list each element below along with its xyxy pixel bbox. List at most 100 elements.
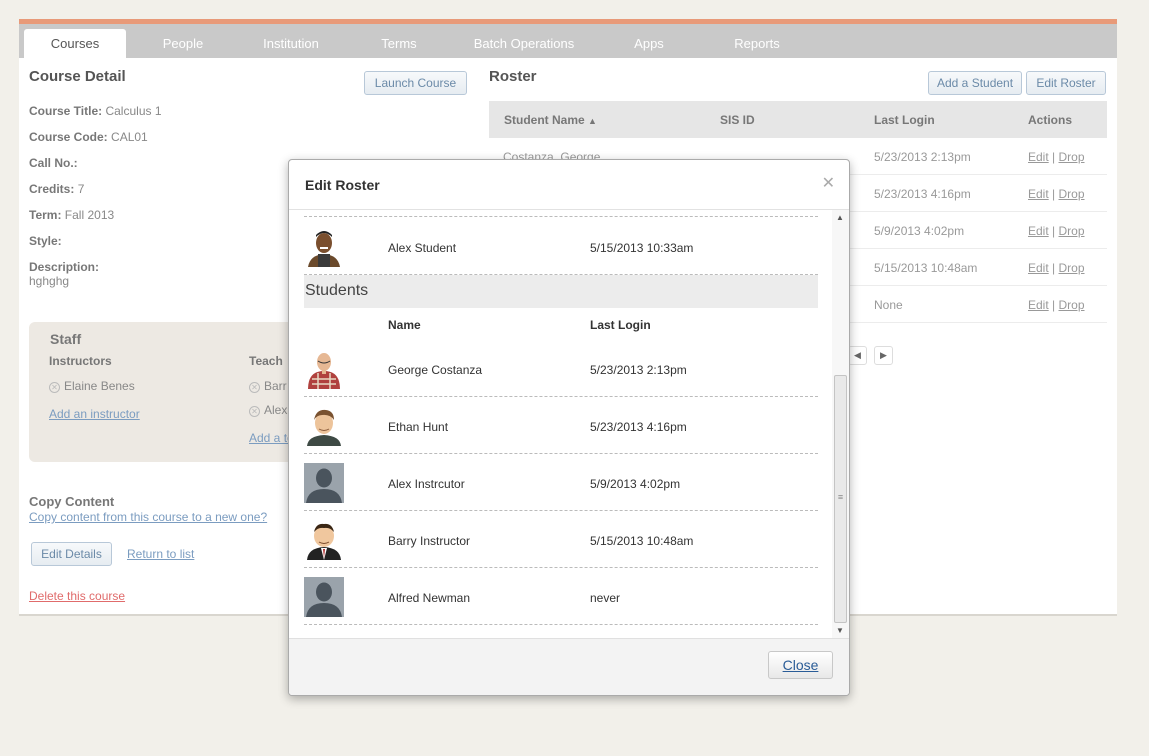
sort-ascending-icon: ▲ bbox=[588, 116, 597, 126]
roster-title: Roster bbox=[489, 68, 537, 85]
drop-link[interactable]: Drop bbox=[1059, 187, 1085, 201]
dialog-scrollbar[interactable]: ▲ ≡ ▼ bbox=[832, 210, 849, 640]
tab-institution[interactable]: Institution bbox=[241, 29, 341, 58]
tab-terms[interactable]: Terms bbox=[349, 29, 449, 58]
dialog-body: Alex Student 5/15/2013 10:33am Students … bbox=[289, 210, 849, 640]
style-field: Style: bbox=[29, 234, 62, 248]
next-page-button[interactable]: ▶ bbox=[874, 346, 893, 365]
add-student-button[interactable]: Add a Student bbox=[928, 71, 1022, 95]
dialog-title: Edit Roster bbox=[305, 177, 380, 193]
course-detail-title: Course Detail bbox=[29, 68, 126, 85]
edit-details-button[interactable]: Edit Details bbox=[31, 542, 112, 566]
list-item: Barry Instructor 5/15/2013 10:48am bbox=[304, 511, 818, 568]
actions-header: Actions bbox=[1028, 113, 1073, 127]
student-name: George Costanza bbox=[388, 363, 483, 377]
instructors-label: Instructors bbox=[49, 354, 112, 368]
drop-link[interactable]: Drop bbox=[1059, 224, 1085, 238]
sis-id-header: SIS ID bbox=[720, 113, 755, 127]
edit-roster-button[interactable]: Edit Roster bbox=[1026, 71, 1106, 95]
tab-batch-operations[interactable]: Batch Operations bbox=[464, 29, 584, 58]
row-actions: Edit | Drop bbox=[1028, 298, 1085, 312]
list-item: George Costanza 5/23/2013 2:13pm bbox=[304, 340, 818, 397]
edit-link[interactable]: Edit bbox=[1028, 150, 1049, 164]
last-login-cell: None bbox=[874, 298, 903, 312]
tab-people[interactable]: People bbox=[133, 29, 233, 58]
add-instructor-link[interactable]: Add an instructor bbox=[49, 407, 140, 421]
student-name: Ethan Hunt bbox=[388, 420, 449, 434]
roster-table-header: Student Name ▲ SIS ID Last Login Actions bbox=[489, 101, 1107, 138]
tab-courses[interactable]: Courses bbox=[24, 29, 126, 58]
term-field: Term: Fall 2013 bbox=[29, 208, 115, 222]
drop-link[interactable]: Drop bbox=[1059, 261, 1085, 275]
student-name: Alex Student bbox=[388, 241, 457, 255]
drop-link[interactable]: Drop bbox=[1059, 150, 1085, 164]
edit-link[interactable]: Edit bbox=[1028, 298, 1049, 312]
remove-icon[interactable]: ✕ bbox=[249, 406, 260, 417]
last-login-value: 5/9/2013 4:02pm bbox=[590, 477, 681, 491]
last-login-cell: 5/23/2013 2:13pm bbox=[874, 150, 971, 164]
tab-apps[interactable]: Apps bbox=[599, 29, 699, 58]
chevron-left-icon: ◀ bbox=[854, 350, 861, 360]
last-login-column-header: Last Login bbox=[590, 318, 651, 332]
last-login-header: Last Login bbox=[874, 113, 935, 127]
list-item: Alex Student 5/15/2013 10:33am bbox=[304, 218, 818, 275]
default-silhouette-avatar bbox=[304, 577, 344, 617]
course-title-field: Course Title: Calculus 1 bbox=[29, 104, 162, 118]
last-login-value: 5/23/2013 4:16pm bbox=[590, 420, 687, 434]
action-separator: | bbox=[1052, 224, 1056, 238]
last-login-value: never bbox=[590, 591, 621, 605]
credits-field: Credits: 7 bbox=[29, 182, 85, 196]
last-login-value: 5/15/2013 10:33am bbox=[590, 241, 694, 255]
edit-link[interactable]: Edit bbox=[1028, 261, 1049, 275]
last-login-cell: 5/9/2013 4:02pm bbox=[874, 224, 965, 238]
divider bbox=[304, 216, 818, 217]
last-login-cell: 5/23/2013 4:16pm bbox=[874, 187, 971, 201]
row-actions: Edit | Drop bbox=[1028, 261, 1085, 275]
grip-icon: ≡ bbox=[837, 492, 844, 502]
last-login-cell: 5/15/2013 10:48am bbox=[874, 261, 978, 275]
name-column-header: Name bbox=[388, 318, 421, 332]
staff-title: Staff bbox=[50, 331, 82, 347]
edit-link[interactable]: Edit bbox=[1028, 187, 1049, 201]
row-actions: Edit | Drop bbox=[1028, 150, 1085, 164]
chevron-right-icon: ▶ bbox=[880, 350, 887, 360]
alex-student-avatar bbox=[304, 227, 344, 267]
action-separator: | bbox=[1052, 298, 1056, 312]
prev-page-button[interactable]: ◀ bbox=[848, 346, 867, 365]
students-section-header: Students bbox=[304, 275, 818, 308]
sort-student-name-header[interactable]: Student Name ▲ bbox=[504, 113, 597, 127]
tab-reports[interactable]: Reports bbox=[707, 29, 807, 58]
teacher-chip: ✕ Barr bbox=[249, 379, 287, 393]
scroll-down-icon[interactable]: ▼ bbox=[836, 626, 844, 635]
student-name: Barry Instructor bbox=[388, 534, 471, 548]
student-name: Alex Instrcutor bbox=[388, 477, 465, 491]
delete-course-link[interactable]: Delete this course bbox=[29, 589, 125, 603]
action-separator: | bbox=[1052, 187, 1056, 201]
return-to-list-link[interactable]: Return to list bbox=[127, 547, 194, 561]
course-code-field: Course Code: CAL01 bbox=[29, 130, 148, 144]
scrollbar-thumb[interactable]: ≡ bbox=[834, 375, 847, 623]
close-icon[interactable]: ✕ bbox=[822, 173, 835, 193]
edit-link[interactable]: Edit bbox=[1028, 224, 1049, 238]
drop-link[interactable]: Drop bbox=[1059, 298, 1085, 312]
default-silhouette-avatar bbox=[304, 463, 344, 503]
copy-content-link[interactable]: Copy content from this course to a new o… bbox=[29, 510, 267, 524]
add-teacher-link[interactable]: Add a te bbox=[249, 431, 294, 445]
description-field: Description: hghghg bbox=[29, 260, 100, 288]
barry-instructor-avatar bbox=[304, 520, 344, 560]
copy-content-title: Copy Content bbox=[29, 494, 115, 509]
launch-course-button[interactable]: Launch Course bbox=[364, 71, 467, 95]
student-name: Alfred Newman bbox=[388, 591, 471, 605]
action-separator: | bbox=[1052, 150, 1056, 164]
ethan-hunt-avatar bbox=[304, 406, 344, 446]
scroll-up-icon[interactable]: ▲ bbox=[836, 213, 844, 222]
last-login-value: 5/15/2013 10:48am bbox=[590, 534, 694, 548]
action-separator: | bbox=[1052, 261, 1056, 275]
remove-icon[interactable]: ✕ bbox=[249, 382, 260, 393]
remove-icon[interactable]: ✕ bbox=[49, 382, 60, 393]
dialog-footer: Close bbox=[289, 638, 849, 695]
main-nav: Courses People Institution Terms Batch O… bbox=[19, 24, 1117, 58]
row-actions: Edit | Drop bbox=[1028, 187, 1085, 201]
close-button[interactable]: Close bbox=[768, 651, 833, 679]
teacher-chip: ✕ Alex bbox=[249, 403, 287, 417]
